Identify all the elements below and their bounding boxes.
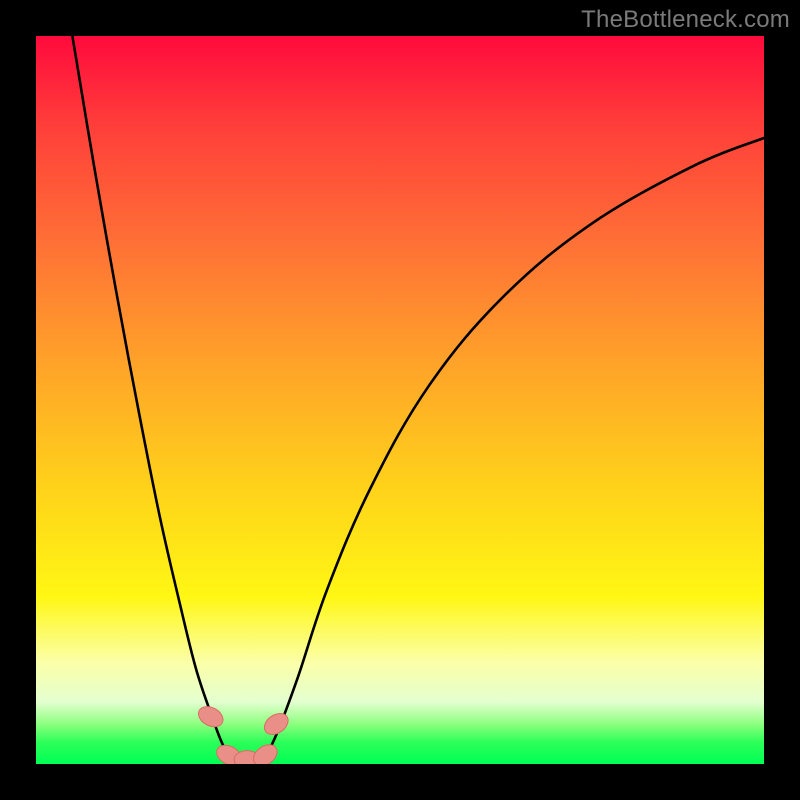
watermark-text: TheBottleneck.com bbox=[581, 6, 790, 34]
gradient-plot-area bbox=[36, 36, 764, 764]
chart-frame: TheBottleneck.com bbox=[0, 0, 800, 800]
